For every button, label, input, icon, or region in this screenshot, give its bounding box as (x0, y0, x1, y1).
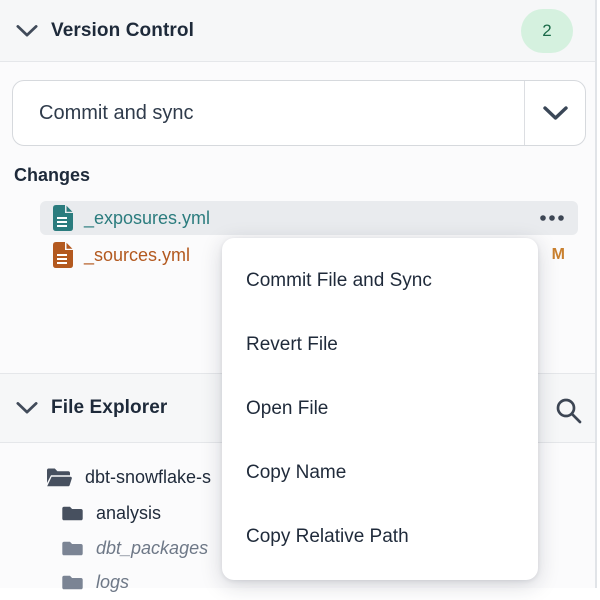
changed-file-name: _sources.yml (84, 245, 190, 266)
chevron-down-icon[interactable] (16, 24, 38, 38)
changes-section-label: Changes (14, 165, 90, 186)
ellipsis-icon (539, 214, 565, 222)
changes-count-badge: 2 (521, 9, 573, 53)
search-icon (553, 395, 583, 425)
tree-item-label: logs (96, 572, 129, 593)
menu-item-open-file[interactable]: Open File (222, 377, 538, 441)
tree-item-label: dbt-snowflake-s (85, 467, 211, 488)
commit-options-caret[interactable] (524, 81, 585, 145)
commit-and-sync-button[interactable]: Commit and sync (12, 80, 586, 146)
file-explorer-title: File Explorer (51, 397, 167, 419)
version-control-header[interactable]: Version Control 2 (0, 0, 595, 62)
tree-item-label: dbt_packages (96, 538, 208, 559)
changed-file-name: _exposures.yml (84, 208, 210, 229)
version-control-sidebar: Version Control 2 Commit and sync Change… (0, 0, 597, 588)
modified-status-badge: M (552, 246, 565, 264)
menu-item-commit-file-and-sync[interactable]: Commit File and Sync (222, 249, 538, 313)
chevron-down-icon[interactable] (16, 401, 38, 415)
commit-button-label: Commit and sync (13, 102, 194, 125)
file-options-button[interactable] (539, 214, 565, 222)
version-control-title: Version Control (51, 20, 194, 42)
file-document-icon (53, 242, 73, 268)
folder-open-icon (46, 467, 72, 488)
file-search-button[interactable] (551, 393, 585, 427)
file-document-icon (53, 205, 73, 231)
tree-item-dbt-packages[interactable]: dbt_packages (62, 530, 208, 566)
menu-item-copy-name[interactable]: Copy Name (222, 441, 538, 505)
menu-item-copy-relative-path[interactable]: Copy Relative Path (222, 505, 538, 569)
chevron-down-icon (542, 105, 569, 121)
folder-icon (62, 540, 83, 557)
tree-item-project-root[interactable]: dbt-snowflake-s (46, 459, 211, 495)
tree-item-analysis[interactable]: analysis (62, 495, 161, 531)
file-context-menu: Commit File and Sync Revert File Open Fi… (222, 238, 538, 580)
changed-file-row-exposures[interactable]: _exposures.yml (40, 201, 578, 235)
tree-item-logs[interactable]: logs (62, 564, 129, 600)
folder-icon (62, 505, 83, 522)
menu-item-revert-file[interactable]: Revert File (222, 313, 538, 377)
tree-item-label: analysis (96, 503, 161, 524)
